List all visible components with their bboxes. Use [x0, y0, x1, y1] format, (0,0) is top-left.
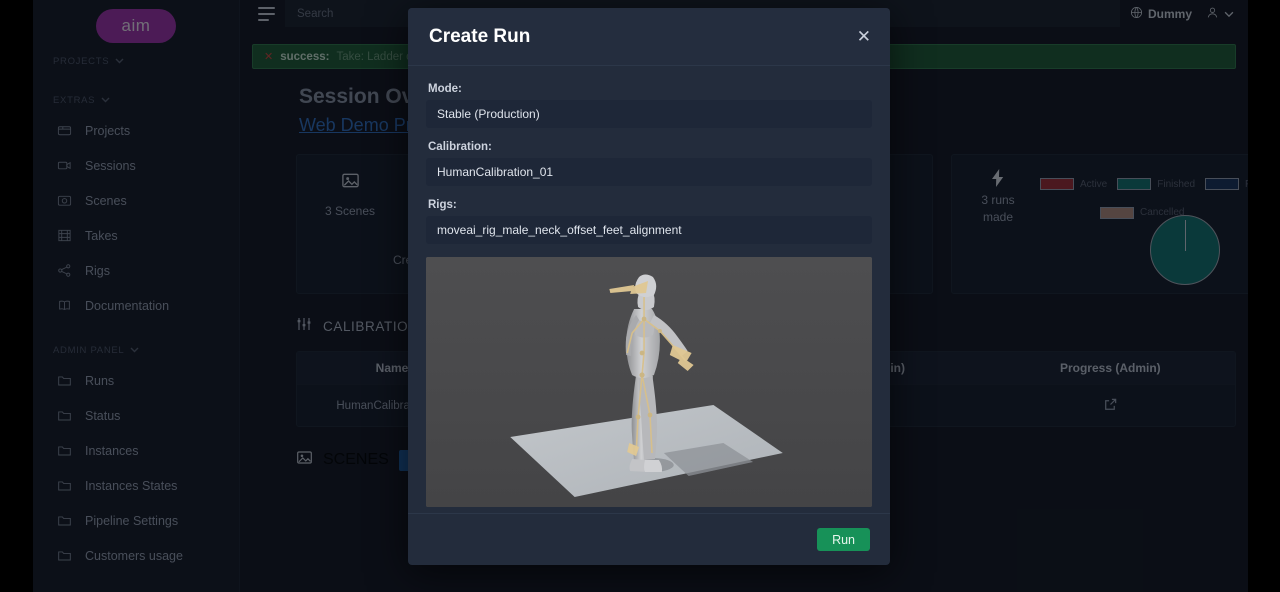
create-run-modal: Create Run ✕ Mode: Stable (Production) C… [408, 8, 890, 565]
run-button[interactable]: Run [817, 528, 870, 551]
modal-body: Mode: Stable (Production) Calibration: H… [408, 66, 890, 513]
screen-root: aim PROJECTS EXTRAS Project [0, 0, 1280, 592]
calibration-select[interactable]: HumanCalibration_01 [426, 158, 872, 186]
modal-title: Create Run [429, 25, 531, 47]
close-icon[interactable]: ✕ [857, 28, 871, 45]
modal-footer: Run [408, 513, 890, 565]
mode-select[interactable]: Stable (Production) [426, 100, 872, 128]
3d-character-preview[interactable] [426, 257, 872, 507]
calibration-label: Calibration: [428, 141, 492, 153]
rigs-select[interactable]: moveai_rig_male_neck_offset_feet_alignme… [426, 216, 872, 244]
modal-header: Create Run ✕ [408, 8, 890, 66]
mode-label: Mode: [428, 83, 462, 95]
rigs-label: Rigs: [428, 199, 457, 211]
